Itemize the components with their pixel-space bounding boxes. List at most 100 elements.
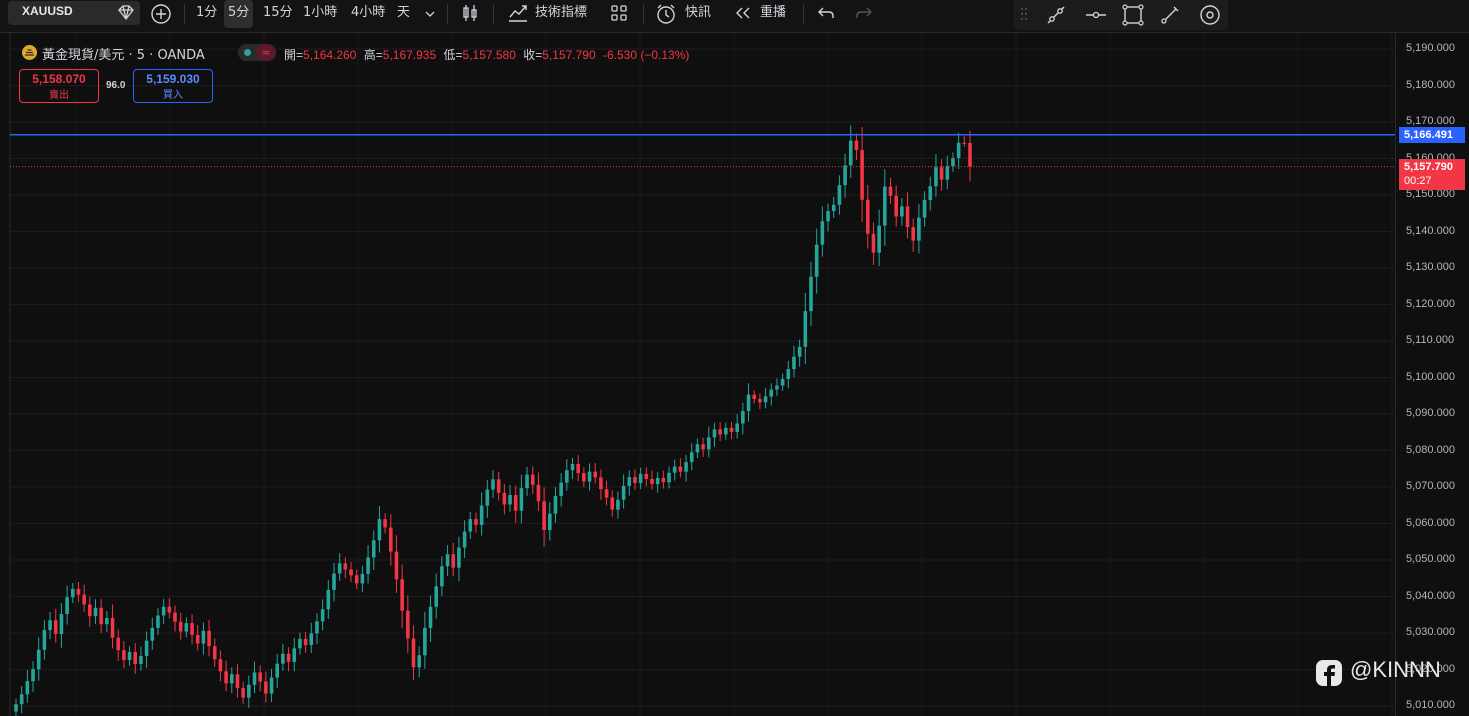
candle-body (298, 638, 302, 649)
candle-body (440, 566, 444, 587)
candle-body (712, 429, 717, 438)
candle-body (178, 621, 183, 632)
candle-body (775, 385, 779, 390)
candle-body (133, 651, 138, 665)
candle-body (275, 663, 280, 678)
candle-body (406, 610, 410, 639)
candle-body (144, 640, 149, 656)
candle-body (911, 227, 916, 241)
replay-button[interactable]: 重播 (760, 0, 786, 28)
settings-target-icon[interactable] (1198, 3, 1222, 27)
chevron-down-icon[interactable] (424, 8, 436, 20)
symbol-search[interactable]: XAUUSD (8, 1, 140, 25)
candle-body (82, 594, 86, 605)
timeframe-1h[interactable]: 1小時 (303, 0, 337, 28)
candle-body (508, 495, 512, 505)
candle-body (31, 669, 35, 682)
candle-body (587, 471, 592, 482)
candle-body (224, 671, 228, 684)
drag-handle-icon[interactable] (1020, 7, 1028, 21)
candle-body (724, 427, 728, 435)
candlestick-type-icon[interactable] (460, 3, 480, 23)
candle-body (269, 677, 274, 694)
candle-body (616, 499, 620, 510)
add-symbol-icon[interactable] (150, 3, 172, 25)
candle-body (59, 614, 64, 635)
horizontal-line-icon[interactable] (1084, 3, 1108, 27)
symbol-title[interactable]: 黃金現貨/美元 · 5 · OANDA (42, 44, 205, 63)
candle-body (752, 394, 757, 400)
candle-body (542, 501, 546, 531)
candle-body (479, 505, 484, 525)
market-open-dot-icon (244, 49, 251, 56)
candle-body (939, 167, 944, 180)
buy-button[interactable]: 5,159.030 買入 (133, 69, 213, 103)
candle-body (650, 478, 654, 485)
candle-body (264, 681, 268, 694)
candle-body (292, 648, 297, 662)
candle-body (741, 411, 745, 424)
candle-body (502, 492, 507, 505)
hline-price-tag[interactable]: 5,166.491 (1399, 126, 1465, 143)
candle-body (400, 579, 404, 611)
indicators-icon[interactable] (507, 3, 529, 23)
candle-body (207, 630, 211, 647)
candle-body (820, 221, 825, 245)
brush-tool-icon[interactable] (1158, 3, 1182, 27)
indicators-button[interactable]: 技術指標 (535, 0, 587, 28)
candle-body (156, 615, 160, 628)
candle-body (190, 623, 194, 635)
redo-icon[interactable] (854, 4, 874, 22)
undo-icon[interactable] (816, 4, 836, 22)
candle-body (303, 638, 308, 646)
candle-body (354, 575, 359, 584)
alert-clock-icon[interactable] (655, 3, 677, 25)
price-tick-label: 5,190.000 (1406, 42, 1455, 54)
price-tick-label: 5,060.000 (1406, 516, 1455, 529)
market-status-badge[interactable]: ≈ (238, 44, 276, 61)
candle-body (491, 479, 495, 490)
timeframe-1d[interactable]: 天 (397, 0, 410, 28)
spread-value: 96.0 (106, 80, 126, 91)
candle-body (451, 554, 456, 568)
layout-grid-icon[interactable] (610, 4, 628, 22)
candle-body (621, 485, 626, 500)
ohlc-readout: 開=5,164.260 高=5,167.935 低=5,157.580 收=5,… (284, 46, 689, 63)
candle-body (655, 477, 660, 485)
candle-body (678, 466, 683, 472)
open-key: 開= (284, 48, 304, 62)
low-value: 5,157.580 (462, 48, 516, 62)
candle-body (241, 688, 245, 698)
gold-symbol-icon (22, 45, 37, 60)
price-tick-label: 5,130.000 (1406, 261, 1455, 273)
sell-label: 賣出 (49, 90, 69, 101)
trend-line-icon[interactable] (1044, 3, 1068, 27)
diamond-icon[interactable] (116, 4, 136, 22)
price-tick-label: 5,030.000 (1406, 626, 1455, 638)
timeframe-15m[interactable]: 15分 (263, 0, 293, 28)
candle-body (110, 618, 115, 638)
candle-body (519, 488, 524, 511)
candle-body (593, 471, 598, 478)
rectangle-tool-icon[interactable] (1120, 2, 1146, 28)
candle-body (53, 620, 58, 635)
candle-body (309, 633, 314, 646)
timeframe-4h[interactable]: 4小時 (351, 0, 385, 28)
replay-icon[interactable] (733, 5, 753, 21)
candle-body (638, 473, 643, 483)
candle-body (877, 225, 881, 253)
candle-body (366, 557, 370, 574)
price-tick-label: 5,140.000 (1406, 224, 1455, 237)
candle-body (139, 655, 143, 665)
change-value: -6.530 (−0.13%) (603, 48, 690, 62)
candle-body (746, 394, 751, 412)
candle-body (388, 527, 393, 552)
candle-body (423, 627, 427, 656)
alerts-button[interactable]: 快訊 (685, 0, 711, 28)
price-chart[interactable] (0, 33, 1395, 716)
candle-body (900, 206, 904, 217)
timeframe-1m[interactable]: 1分 (196, 0, 217, 28)
watermark-text: @KINNN (1350, 657, 1441, 682)
timeframe-5m[interactable]: 5分 (224, 0, 254, 28)
sell-button[interactable]: 5,158.070 賣出 (19, 69, 99, 103)
